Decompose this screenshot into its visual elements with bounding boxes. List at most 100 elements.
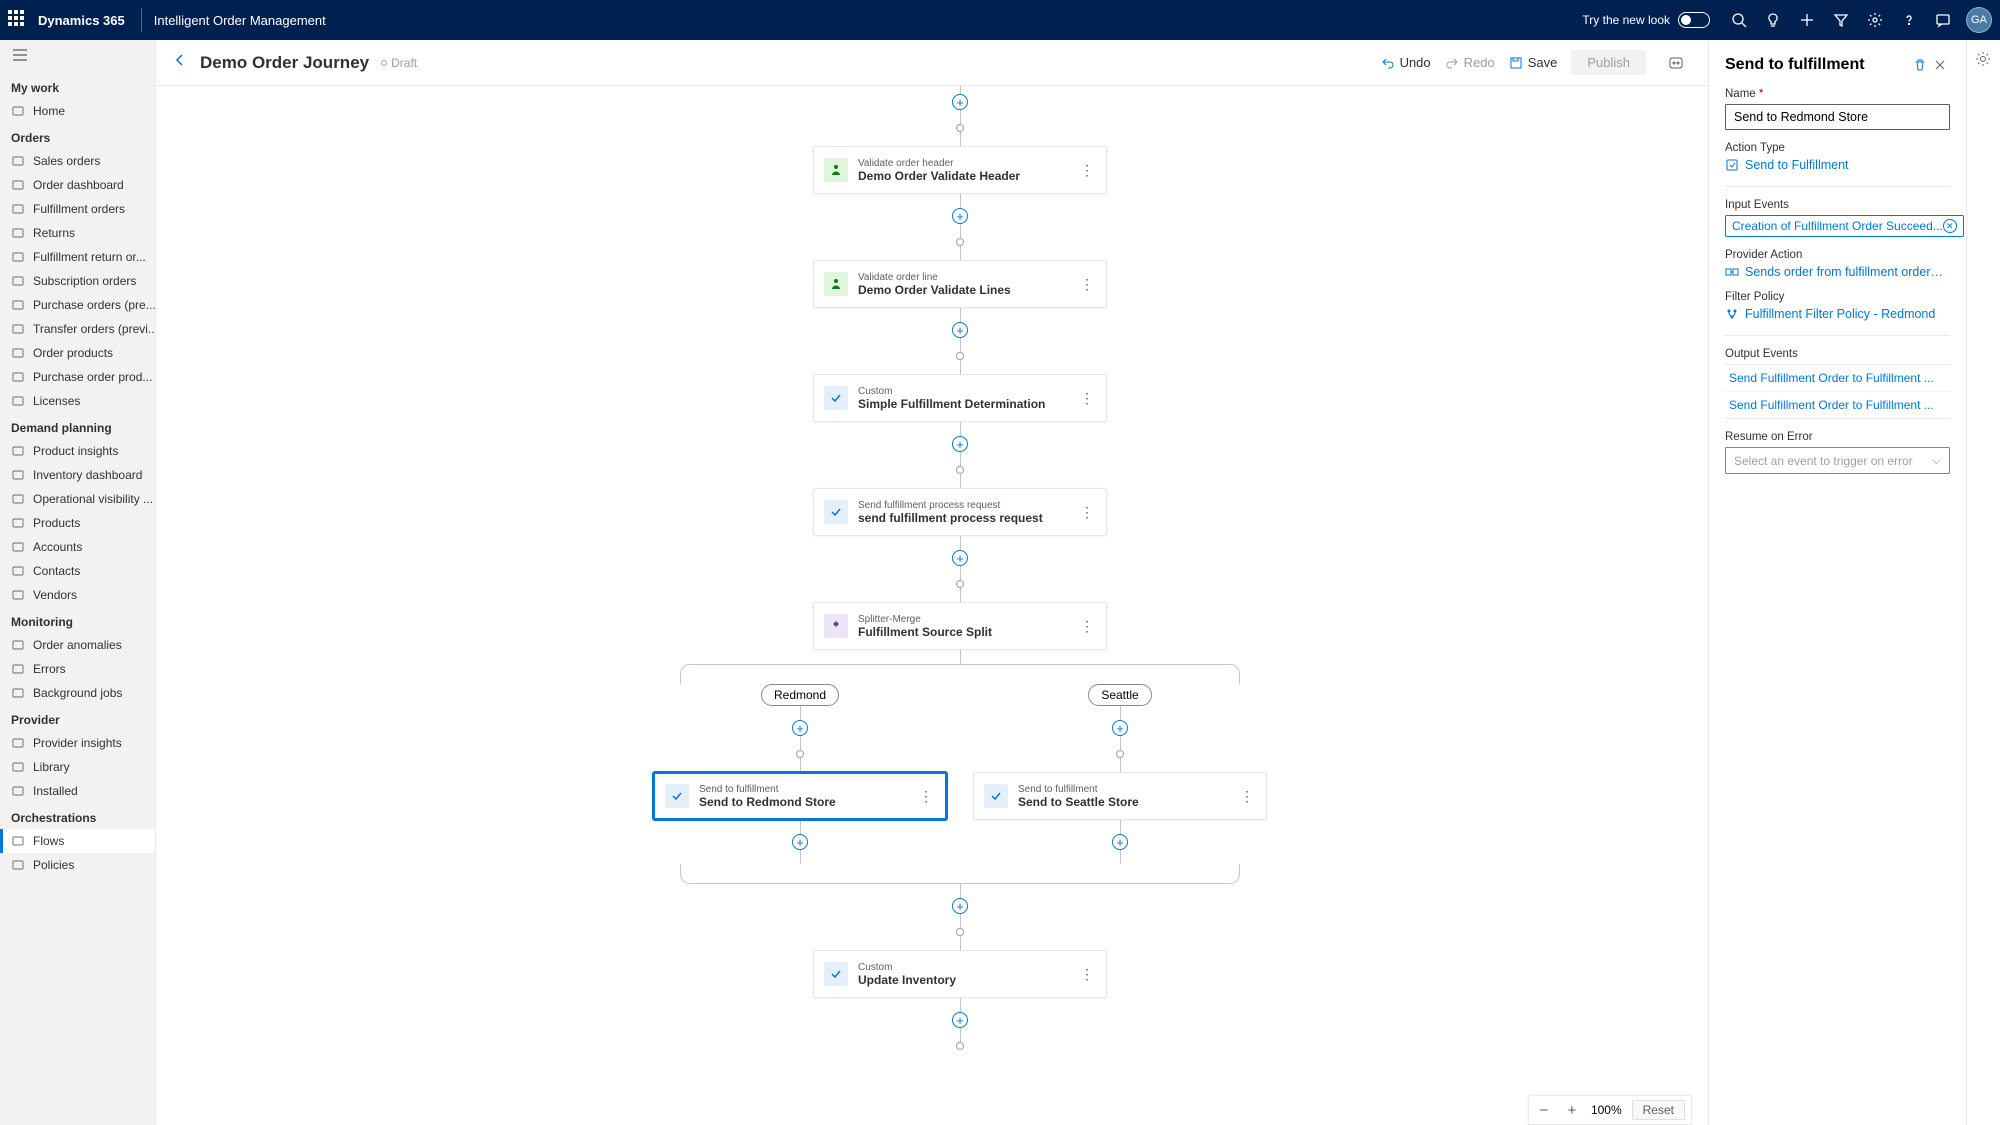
zoom-in-button[interactable]: + [1563, 1102, 1581, 1119]
sidebar-item[interactable]: Home [0, 99, 155, 123]
sidebar-item[interactable]: Errors [0, 657, 155, 681]
publish-button[interactable]: Publish [1571, 50, 1646, 75]
node-more-icon[interactable]: ⋮ [1078, 504, 1096, 521]
sidebar-item[interactable]: Product insights [0, 439, 155, 463]
copilot-icon[interactable] [1660, 55, 1692, 71]
add-step-button[interactable]: + [952, 550, 968, 566]
add-step-button[interactable]: + [952, 322, 968, 338]
main-area: Demo Order Journey Draft Undo Redo Save … [156, 40, 1708, 1125]
close-icon[interactable] [1930, 58, 1950, 72]
sidebar-item[interactable]: Order dashboard [0, 173, 155, 197]
nav-group-header: Orders [0, 123, 155, 149]
flow-node[interactable]: Validate order headerDemo Order Validate… [813, 146, 1107, 194]
chip-remove-icon[interactable]: ✕ [1943, 219, 1957, 233]
provider-action-link[interactable]: Sends order from fulfillment order to de… [1725, 265, 1950, 279]
add-step-button[interactable]: + [1112, 834, 1128, 850]
sidebar-item[interactable]: Background jobs [0, 681, 155, 705]
filter-policy-link[interactable]: Fulfillment Filter Policy - Redmond [1725, 307, 1950, 321]
sidebar-item[interactable]: Fulfillment orders [0, 197, 155, 221]
zoom-out-button[interactable]: − [1535, 1102, 1553, 1119]
sidebar-item[interactable]: Purchase orders (pre... [0, 293, 155, 317]
flow-node[interactable]: Send to fulfillmentSend to Redmond Store… [653, 772, 947, 820]
sidebar-item[interactable]: Library [0, 755, 155, 779]
nav-collapse-icon[interactable] [0, 40, 155, 73]
redo-button[interactable]: Redo [1445, 55, 1495, 70]
add-step-button[interactable]: + [952, 898, 968, 914]
add-step-button[interactable]: + [952, 1012, 968, 1028]
node-type-label: Custom [858, 962, 1068, 973]
gear-icon[interactable] [1858, 0, 1892, 40]
message-icon[interactable] [1926, 0, 1960, 40]
input-event-chip[interactable]: Creation of Fulfillment Order Succeed...… [1725, 215, 1964, 237]
flow-node[interactable]: CustomSimple Fulfillment Determination⋮ [813, 374, 1107, 422]
branch-pill[interactable]: Redmond [761, 684, 839, 706]
flow-node[interactable]: Splitter-MergeFulfillment Source Split⋮ [813, 602, 1107, 650]
flow-node[interactable]: Send fulfillment process requestsend ful… [813, 488, 1107, 536]
sidebar-item[interactable]: Order products [0, 341, 155, 365]
sidebar-item[interactable]: Accounts [0, 535, 155, 559]
add-step-button[interactable]: + [952, 436, 968, 452]
input-events-label: Input Events [1725, 199, 1950, 211]
sidebar-item[interactable]: Policies [0, 853, 155, 877]
branch-pill[interactable]: Seattle [1088, 684, 1151, 706]
save-button[interactable]: Save [1509, 55, 1558, 70]
toggle-icon[interactable] [1678, 12, 1710, 28]
zoom-reset-button[interactable]: Reset [1632, 1100, 1685, 1120]
sidebar-item[interactable]: Order anomalies [0, 633, 155, 657]
node-more-icon[interactable]: ⋮ [1078, 276, 1096, 293]
nav-group-header: Monitoring [0, 607, 155, 633]
sidebar-item[interactable]: Operational visibility ... [0, 487, 155, 511]
lightbulb-icon[interactable] [1756, 0, 1790, 40]
flow-node[interactable]: Send to fulfillmentSend to Seattle Store… [973, 772, 1267, 820]
node-more-icon[interactable]: ⋮ [1078, 390, 1096, 407]
avatar[interactable]: GA [1966, 7, 1992, 33]
app-launcher-icon[interactable] [8, 10, 28, 30]
name-field[interactable] [1725, 104, 1950, 130]
sidebar-item[interactable]: Licenses [0, 389, 155, 413]
sidebar-item[interactable]: Subscription orders [0, 269, 155, 293]
delete-icon[interactable] [1910, 58, 1930, 72]
sidebar-item[interactable]: Inventory dashboard [0, 463, 155, 487]
try-new-look-toggle[interactable]: Try the new look [1582, 12, 1710, 28]
filter-icon[interactable] [1824, 0, 1858, 40]
add-step-button[interactable]: + [1112, 720, 1128, 736]
sidebar-item[interactable]: Purchase order prod... [0, 365, 155, 389]
sidebar-item[interactable]: Fulfillment return or... [0, 245, 155, 269]
node-more-icon[interactable]: ⋮ [1078, 966, 1096, 983]
help-icon[interactable] [1892, 0, 1926, 40]
add-step-button[interactable]: + [792, 834, 808, 850]
node-type-icon [824, 272, 848, 296]
sidebar-item[interactable]: Provider insights [0, 731, 155, 755]
resume-select[interactable]: Select an event to trigger on error ⌵ [1725, 447, 1950, 474]
flow-node[interactable]: Validate order lineDemo Order Validate L… [813, 260, 1107, 308]
add-step-button[interactable]: + [952, 94, 968, 110]
sidebar-item[interactable]: Installed [0, 779, 155, 803]
add-icon[interactable] [1790, 0, 1824, 40]
sidebar-item[interactable]: Contacts [0, 559, 155, 583]
search-icon[interactable] [1722, 0, 1756, 40]
provider-action-label: Provider Action [1725, 249, 1950, 261]
sidebar-item[interactable]: Flows [0, 829, 155, 853]
node-more-icon[interactable]: ⋮ [917, 788, 935, 805]
action-type-link[interactable]: Send to Fulfillment [1725, 158, 1950, 172]
sidebar-item[interactable]: Products [0, 511, 155, 535]
sidebar-item[interactable]: Sales orders [0, 149, 155, 173]
node-more-icon[interactable]: ⋮ [1078, 618, 1096, 635]
add-step-button[interactable]: + [792, 720, 808, 736]
flow-canvas[interactable]: + Validate order headerDemo Order Validat… [156, 86, 1708, 1125]
output-event-item[interactable]: Send Fulfillment Order to Fulfillment ..… [1725, 392, 1950, 418]
back-button[interactable] [172, 52, 188, 73]
node-more-icon[interactable]: ⋮ [1238, 788, 1256, 805]
node-more-icon[interactable]: ⋮ [1078, 162, 1096, 179]
node-name: send fulfillment process request [858, 511, 1068, 525]
sidebar-item[interactable]: Returns [0, 221, 155, 245]
output-event-item[interactable]: Send Fulfillment Order to Fulfillment ..… [1725, 365, 1950, 392]
undo-button[interactable]: Undo [1381, 55, 1431, 70]
sidebar-item[interactable]: Transfer orders (previ... [0, 317, 155, 341]
add-step-button[interactable]: + [952, 208, 968, 224]
sidebar-item[interactable]: Vendors [0, 583, 155, 607]
sidebar-item-label: Home [33, 104, 65, 118]
properties-panel: Send to fulfillment Name * Action Type S… [1708, 40, 1966, 1125]
flow-node[interactable]: CustomUpdate Inventory⋮ [813, 950, 1107, 998]
settings-rail-icon[interactable] [1974, 50, 1994, 70]
